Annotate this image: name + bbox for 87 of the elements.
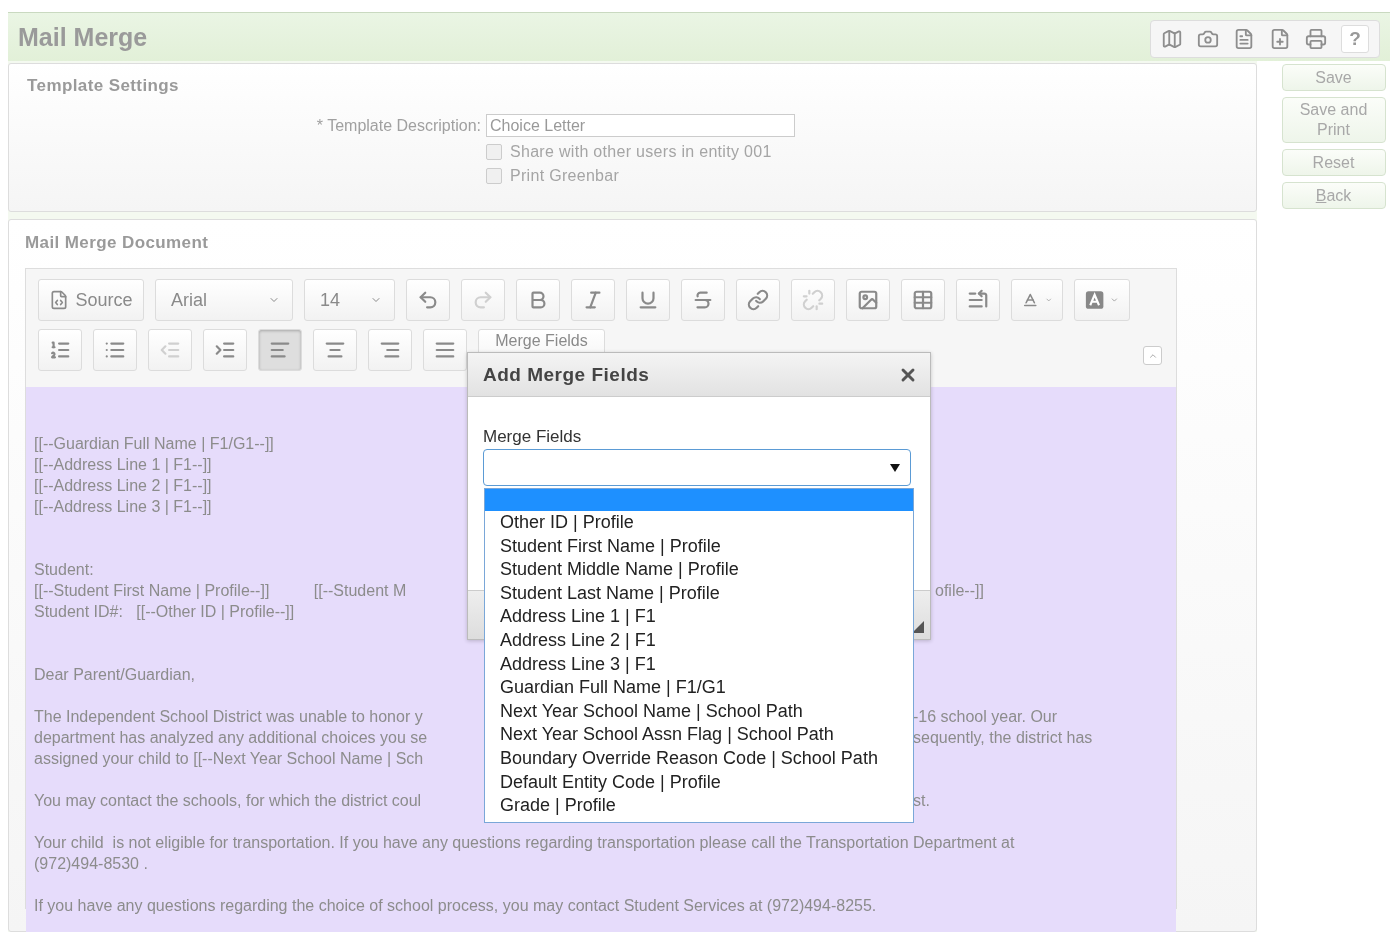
- letter-text: sequently, the district has: [913, 728, 1093, 748]
- undo-button[interactable]: [406, 279, 450, 321]
- bullet-list-button[interactable]: [93, 329, 137, 371]
- letter-text: department has analyzed any additional choices you se: [34, 728, 429, 748]
- caret-icon: [890, 463, 900, 472]
- caret-icon: [1110, 295, 1119, 305]
- merge-fields-select[interactable]: [483, 449, 911, 486]
- align-left-icon: [269, 339, 291, 361]
- letter-text: -16 school year. Our: [913, 707, 1058, 727]
- dropdown-option[interactable]: Address Line 3 | F1: [485, 652, 913, 677]
- checkbox-label: Share with other users in entity 001: [510, 143, 772, 161]
- align-left-button[interactable]: [258, 329, 302, 371]
- ordered-list-button[interactable]: [38, 329, 82, 371]
- letter-text: You may contact the schools, for which the district coul: [34, 791, 423, 811]
- dropdown-option[interactable]: Boundary Override Reason Code | School Path: [485, 746, 913, 771]
- letter-text: st.: [913, 791, 930, 811]
- letter-text: Student:: [34, 561, 94, 578]
- letter-text: assigned your child to [[--Next Year School Name | Sch: [34, 750, 424, 767]
- background-color-button[interactable]: [1074, 279, 1130, 321]
- field-label: * Template Description:: [315, 116, 481, 135]
- letter-text: [[--Address Line 3 | F1--]]: [34, 498, 212, 515]
- dropdown-option[interactable]: Address Line 1 | F1: [485, 605, 913, 629]
- letter-text: The Independent School District was unable to honor y: [34, 707, 424, 727]
- unlink-icon: [802, 289, 824, 311]
- letter-text: If you have any questions regarding the choice of school process, you may contact Student Services at (972)494-8255.: [34, 897, 877, 914]
- indent-icon: [214, 339, 236, 361]
- dropdown-option[interactable]: Guardian Full Name | F1/G1: [485, 676, 913, 700]
- indent-button[interactable]: [203, 329, 247, 371]
- letter-text: [[--Student First Name | Profile--]] [[--Student M: [34, 581, 408, 601]
- text-color-button[interactable]: [1011, 279, 1063, 321]
- dropdown-option[interactable]: Student Middle Name | Profile: [485, 558, 913, 582]
- new-document-icon[interactable]: [1269, 28, 1291, 50]
- table-icon: [912, 289, 934, 311]
- letter-text: [[--Address Line 2 | F1--]]: [34, 477, 212, 494]
- print-icon[interactable]: [1305, 28, 1327, 50]
- dropdown-option[interactable]: Grade | Profile: [485, 794, 913, 818]
- resize-grip-icon[interactable]: [912, 621, 924, 633]
- letter-text: Dear Parent/Guardian,: [34, 666, 195, 683]
- letter-text: [[--Address Line 1 | F1--]]: [34, 456, 212, 473]
- checkbox[interactable]: [486, 168, 502, 184]
- redo-icon: [472, 289, 494, 311]
- strikethrough-icon: [692, 289, 714, 311]
- outdent-icon: [159, 339, 181, 361]
- align-right-button[interactable]: [368, 329, 412, 371]
- underline-button[interactable]: [626, 279, 670, 321]
- align-right-icon: [379, 339, 401, 361]
- document-icon[interactable]: [1233, 28, 1255, 50]
- background-color-icon: [1085, 289, 1105, 311]
- letter-text: [[--Guardian Full Name | F1/G1--]]: [34, 435, 274, 452]
- table-button[interactable]: [901, 279, 945, 321]
- italic-button[interactable]: [571, 279, 615, 321]
- panel-title: Mail Merge Document: [25, 233, 210, 253]
- list-arrow-icon: [967, 289, 989, 311]
- dropdown-option[interactable]: Student First Name | Profile: [485, 534, 913, 559]
- image-icon: [857, 289, 879, 311]
- image-button[interactable]: [846, 279, 890, 321]
- checkbox[interactable]: [486, 144, 502, 160]
- dropdown-option[interactable]: Address Line 2 | F1: [485, 628, 913, 653]
- justify-icon: [434, 339, 456, 361]
- dropdown-option[interactable]: Next Year School Name | School Path: [485, 699, 913, 724]
- letter-text: (972)494-8530 .: [34, 855, 148, 872]
- bullet-list-icon: [104, 339, 126, 361]
- panel-title: Template Settings: [27, 76, 180, 96]
- dropdown-option[interactable]: Next Year School Assn Flag | School Path: [485, 723, 913, 747]
- letter-text: Student ID#: [[--Other ID | Profile--]]: [34, 603, 295, 620]
- link-button[interactable]: [736, 279, 780, 321]
- underline-icon: [637, 289, 659, 311]
- bold-button[interactable]: [516, 279, 560, 321]
- align-center-icon: [324, 339, 346, 361]
- undo-icon: [417, 289, 439, 311]
- letter-text: Your child is not eligible for transportation. If you have any questions regarding transportation please call the Transportation Department at: [34, 834, 1015, 851]
- field-label: Merge Fields: [483, 427, 583, 447]
- page-title: Mail Merge: [18, 22, 148, 52]
- numbered-list-icon: [49, 339, 71, 361]
- justify-button[interactable]: [423, 329, 467, 371]
- blocks-button[interactable]: [956, 279, 1000, 321]
- map-icon[interactable]: [1161, 28, 1183, 50]
- align-center-button[interactable]: [313, 329, 357, 371]
- dropdown-option[interactable]: Default Entity Code | Profile: [485, 770, 913, 795]
- checkbox-label: Print Greenbar: [510, 167, 620, 185]
- dropdown-option[interactable]: Other ID | Profile: [485, 511, 913, 535]
- link-icon: [747, 289, 769, 311]
- strike-button[interactable]: [681, 279, 725, 321]
- camera-icon[interactable]: [1197, 28, 1219, 50]
- letter-text: ofile--]]: [935, 581, 984, 601]
- code-file-icon: [49, 290, 70, 310]
- dropdown-option[interactable]: Student Last Name | Profile: [485, 581, 913, 606]
